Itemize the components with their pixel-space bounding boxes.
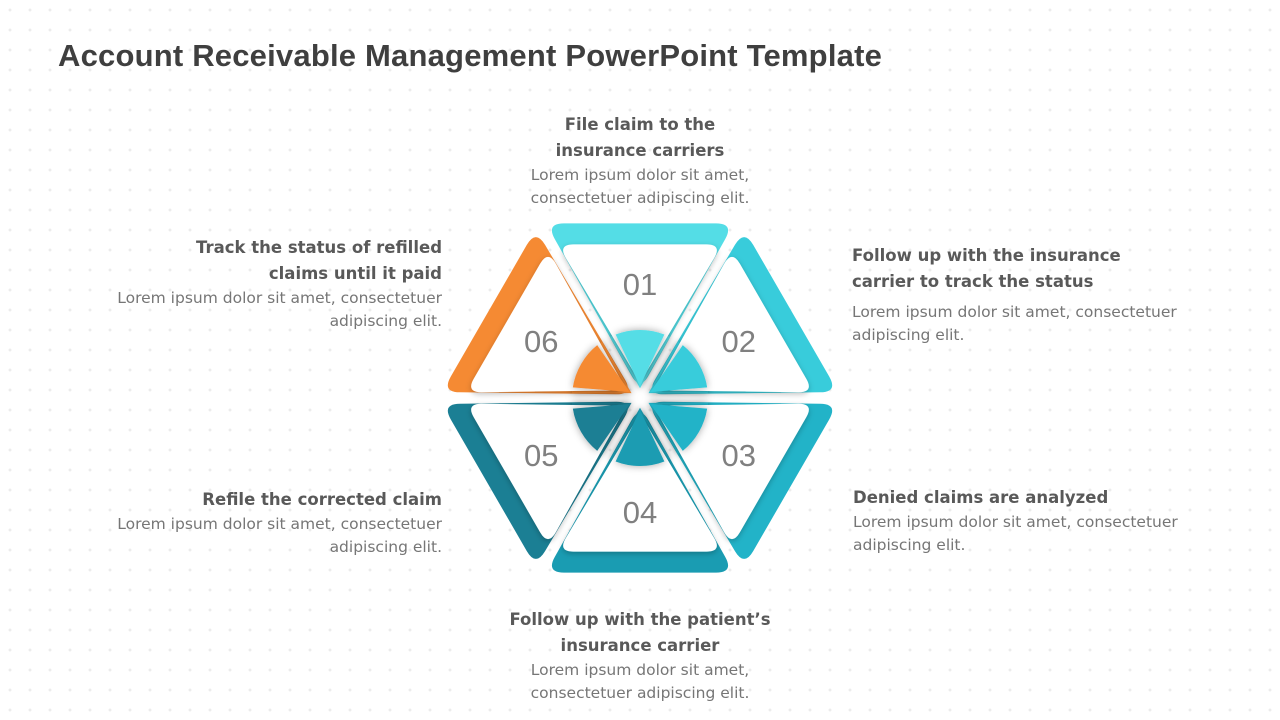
step-number-01: 01 <box>623 267 657 302</box>
step-03-text: Denied claims are analyzed Lorem ipsum d… <box>853 485 1183 557</box>
step-06-text: Track the status of refilled claims unti… <box>112 235 442 333</box>
step-number-04: 04 <box>623 495 657 530</box>
step-03-heading: Denied claims are analyzed <box>853 488 1109 507</box>
step-05-heading: Refile the corrected claim <box>202 490 442 509</box>
step-06-description: Lorem ipsum dolor sit amet, consectetuer… <box>117 289 442 330</box>
step-number-06: 06 <box>524 324 558 359</box>
step-02-heading: Follow up with the insurance carrier to … <box>852 246 1121 291</box>
step-05-description: Lorem ipsum dolor sit amet, consectetuer… <box>117 515 442 556</box>
step-04-text: Follow up with the patient’s insurance c… <box>465 607 815 705</box>
step-01-text: File claim to the insurance carriers Lor… <box>475 112 805 210</box>
step-06-heading: Track the status of refilled claims unti… <box>196 238 442 283</box>
step-04-heading: Follow up with the patient’s insurance c… <box>509 610 771 655</box>
step-05-text: Refile the corrected claim Lorem ipsum d… <box>112 487 442 559</box>
step-number-03: 03 <box>721 438 755 473</box>
center-hub <box>572 330 708 466</box>
step-02-description: Lorem ipsum dolor sit amet, consectetuer… <box>852 303 1177 344</box>
step-03-description: Lorem ipsum dolor sit amet, consectetuer… <box>853 513 1178 554</box>
step-number-02: 02 <box>721 324 755 359</box>
step-04-description: Lorem ipsum dolor sit amet, consectetuer… <box>530 661 750 702</box>
step-01-heading: File claim to the insurance carriers <box>555 115 725 160</box>
step-02-text: Follow up with the insurance carrier to … <box>852 243 1182 347</box>
step-number-05: 05 <box>524 438 558 473</box>
step-01-description: Lorem ipsum dolor sit amet, consectetuer… <box>530 166 750 207</box>
